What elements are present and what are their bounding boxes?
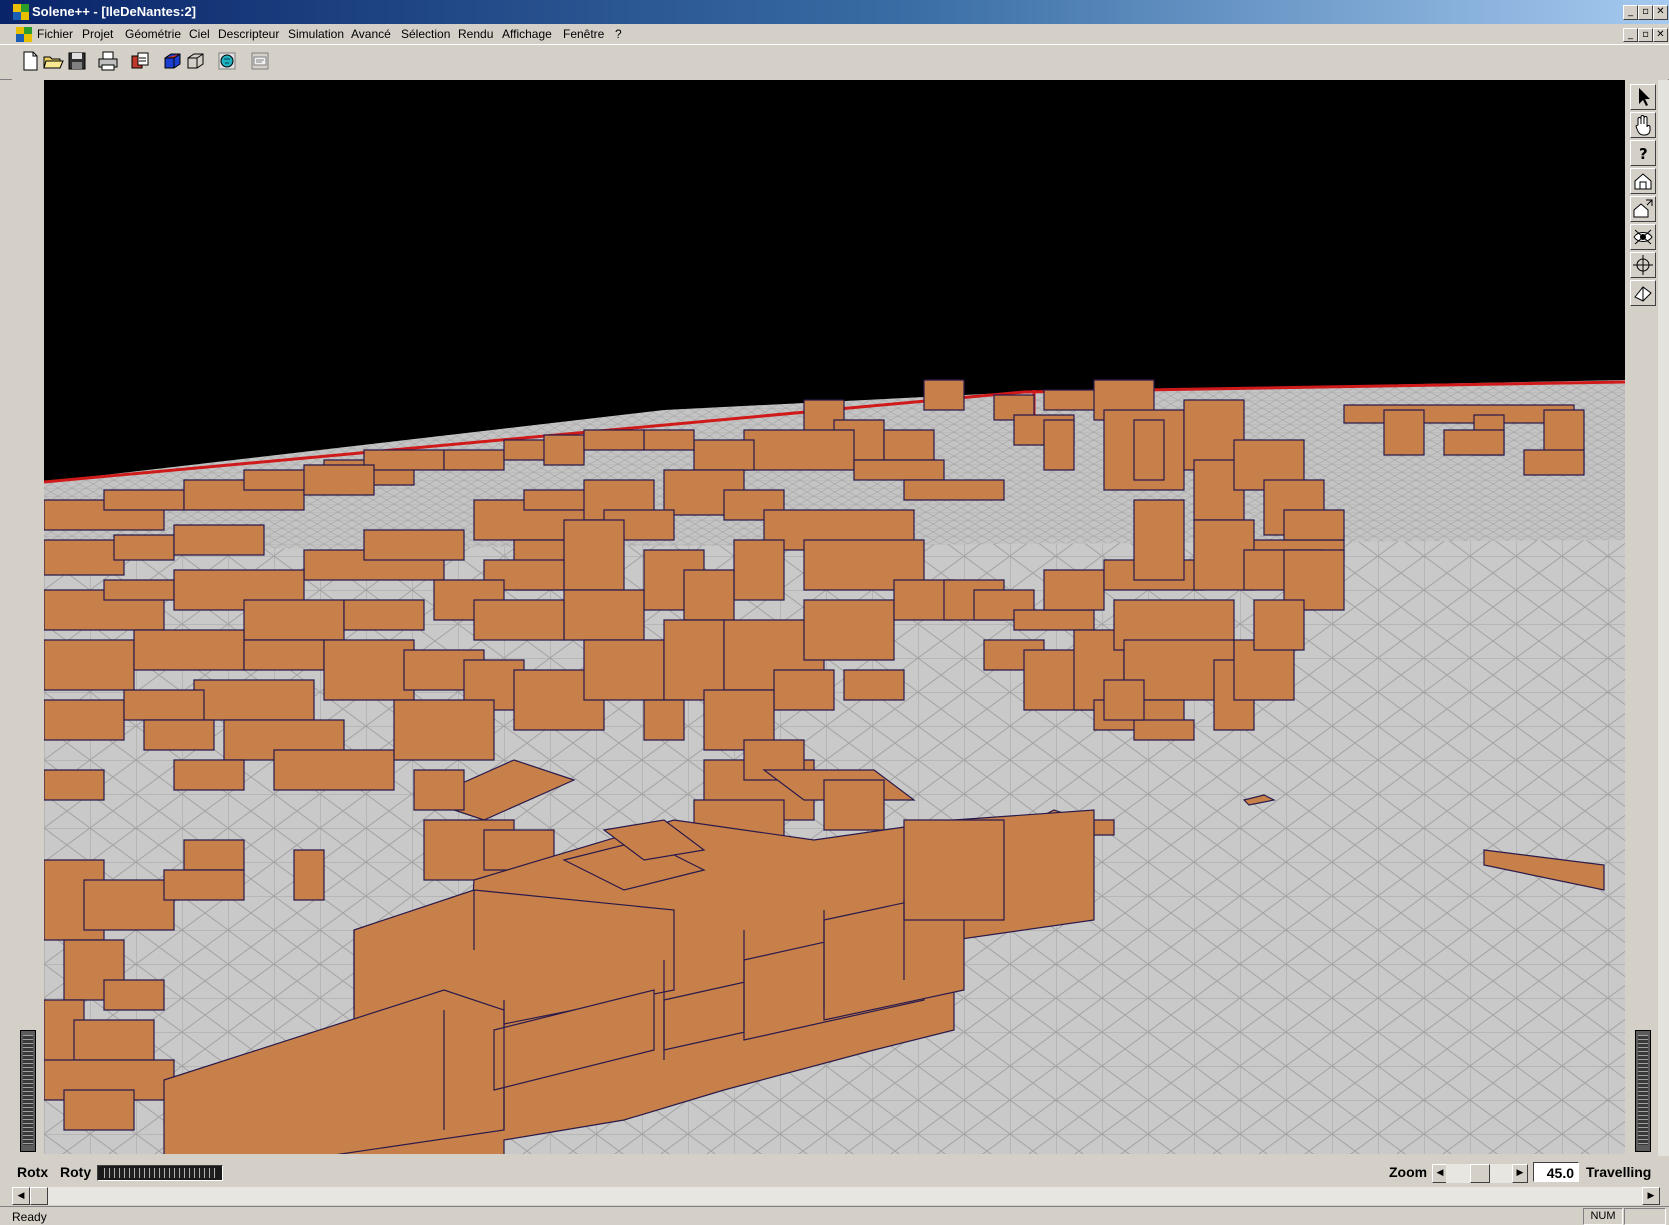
window-title: Solene++ - [IleDeNantes:2] [32,4,196,19]
zoom-label: Zoom [1389,1164,1428,1180]
roty-label: Roty [60,1164,92,1180]
minimize-button[interactable]: _ [1623,5,1638,20]
scene-canvas [44,379,1625,1154]
menu-affichage[interactable]: Affichage [502,27,552,41]
scroll-thumb[interactable] [30,1187,48,1205]
zoom-slider-right[interactable] [1635,1030,1651,1152]
rotx-label: Rotx [17,1164,49,1180]
mdi-restore-button[interactable]: ▫ [1638,28,1653,42]
roty-slider[interactable] [97,1165,223,1181]
menu-geometrie[interactable]: Géométrie [125,27,181,41]
svg-text:?: ? [1639,145,1648,163]
scroll-left-button[interactable]: ◀ [12,1187,30,1205]
title-bar[interactable]: Solene++ - [IleDeNantes:2] _ ▫ ✕ [0,0,1669,24]
properties-icon[interactable] [249,50,271,72]
travelling-label: Travelling [1586,1164,1652,1180]
status-text: Ready [12,1210,47,1224]
mdi-close-button[interactable]: ✕ [1653,28,1668,42]
close-button[interactable]: ✕ [1653,5,1668,20]
3d-viewport[interactable] [44,80,1625,1154]
zoom-thumb[interactable] [1470,1164,1490,1183]
app-icon [13,4,29,20]
view-control-bar: Rotx Roty Zoom ◀ ▶ 45.0 Travelling [0,1156,1669,1188]
home-zoom-icon[interactable] [1630,196,1656,222]
menu-selection[interactable]: Sélection [401,27,450,41]
vertical-scrollbar[interactable] [1658,80,1669,1156]
menu-avance[interactable]: Avancé [351,27,391,41]
move-cross-icon[interactable] [1630,252,1656,278]
new-file-icon[interactable] [19,50,41,72]
menu-simulation[interactable]: Simulation [288,27,344,41]
open-folder-icon[interactable] [42,50,64,72]
pan-hand-icon[interactable] [1630,112,1656,138]
pointer-arrow-icon[interactable] [1630,84,1656,110]
menu-descripteur[interactable]: Descripteur [218,27,279,41]
solid-cube-icon[interactable] [161,50,183,72]
num-lock-indicator: NUM [1583,1208,1623,1225]
menu-ciel[interactable]: Ciel [189,27,210,41]
sky-globe-icon[interactable] [216,50,238,72]
menu-fenetre[interactable]: Fenêtre [563,27,604,41]
toolbar [0,44,1669,80]
scroll-right-button[interactable]: ▶ [1642,1187,1660,1205]
save-icon[interactable] [66,50,88,72]
print-icon[interactable] [97,50,119,72]
help-question-icon[interactable]: ? [1630,140,1656,166]
status-bar: Ready NUM [0,1206,1669,1225]
status-pane [1624,1208,1666,1225]
menu-fichier[interactable]: Fichier [37,27,73,41]
eye-view-icon[interactable] [1630,224,1656,250]
mdi-minimize-button[interactable]: _ [1623,28,1638,42]
application-window: Solene++ - [IleDeNantes:2] _ ▫ ✕ Fichier… [0,0,1669,1225]
rotx-slider-left[interactable] [20,1030,36,1152]
wireframe-cube-icon[interactable] [184,50,206,72]
zoom-increase-button[interactable]: ▶ [1512,1164,1528,1183]
maximize-button[interactable]: ▫ [1638,5,1653,20]
menu-rendu[interactable]: Rendu [458,27,493,41]
home-view-icon[interactable] [1630,168,1656,194]
menu-help[interactable]: ? [615,27,622,41]
horizontal-scrollbar[interactable]: ◀ ▶ [12,1187,1660,1205]
perspective-icon[interactable] [1630,280,1656,306]
zoom-value-field[interactable]: 45.0 [1533,1162,1579,1182]
view-tool-palette: ? [1628,80,1658,320]
menu-bar: Fichier Projet Géométrie Ciel Descripteu… [0,24,1669,44]
menu-projet[interactable]: Projet [82,27,113,41]
import-icon[interactable] [129,50,151,72]
document-icon[interactable] [16,27,32,42]
